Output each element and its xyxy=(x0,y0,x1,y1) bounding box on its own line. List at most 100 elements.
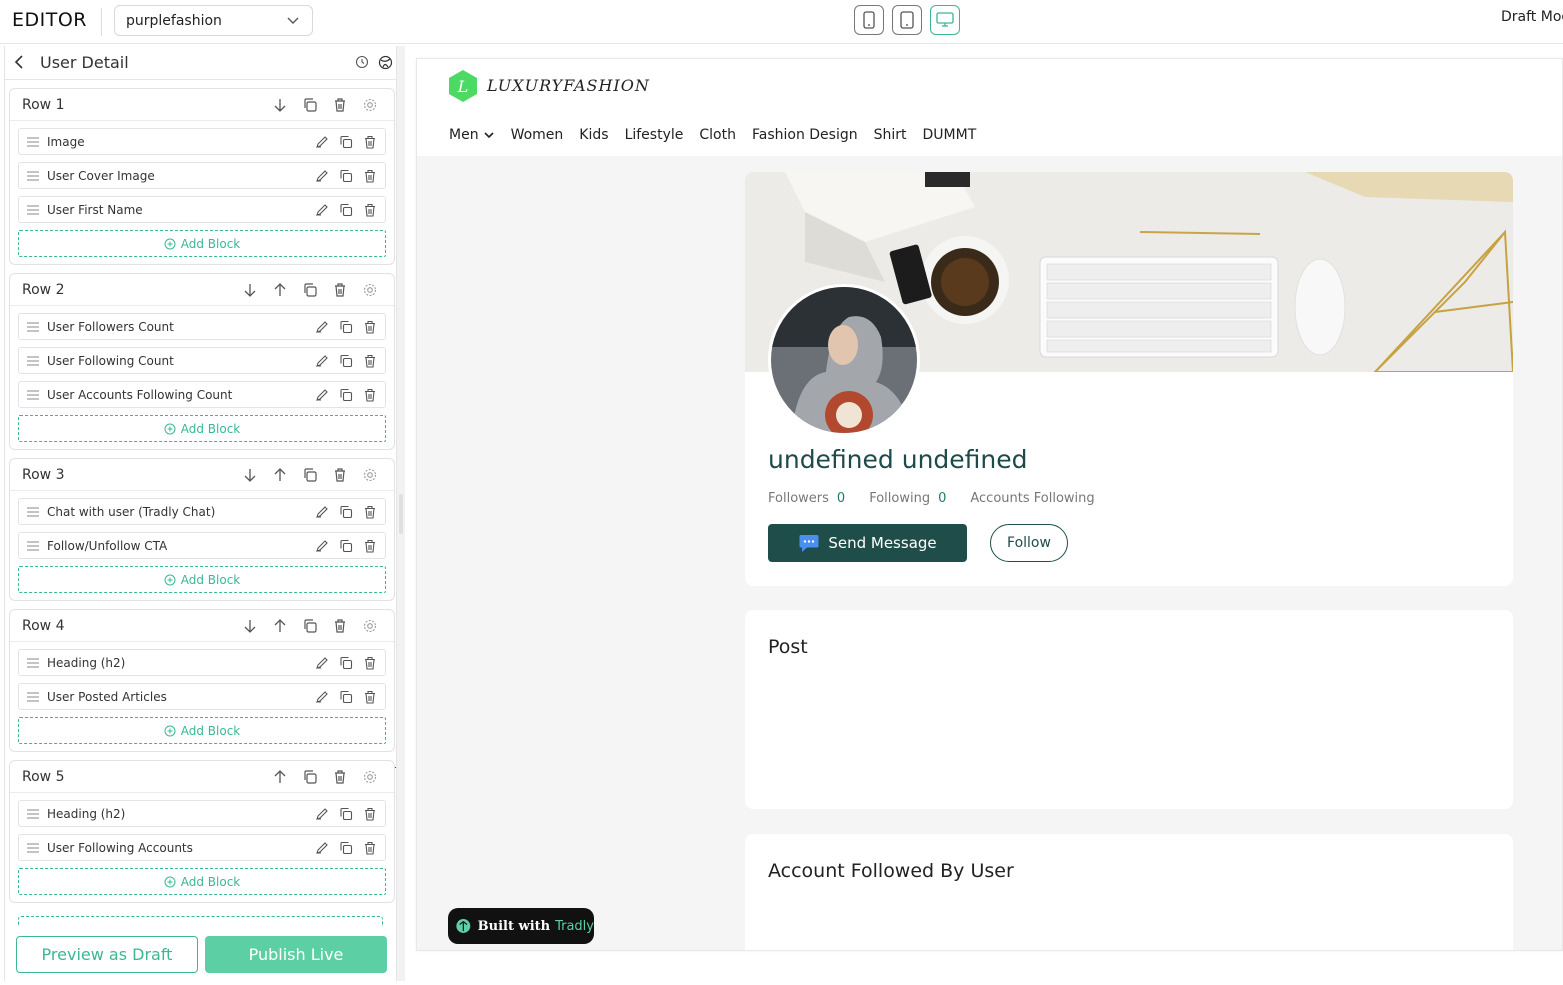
arrow-up-icon[interactable] xyxy=(272,282,288,298)
preview-draft-button[interactable]: Preview as Draft xyxy=(16,936,198,973)
trash-icon[interactable] xyxy=(332,618,348,634)
copy-icon[interactable] xyxy=(339,656,353,670)
edit-icon[interactable] xyxy=(315,169,329,183)
copy-icon[interactable] xyxy=(302,618,318,634)
nav-item-fashion-design[interactable]: Fashion Design xyxy=(752,127,858,143)
add-block-button[interactable]: Add Block xyxy=(18,566,386,593)
edit-icon[interactable] xyxy=(315,539,329,553)
trash-icon[interactable] xyxy=(332,282,348,298)
trash-icon[interactable] xyxy=(363,841,377,855)
edit-icon[interactable] xyxy=(315,656,329,670)
nav-item-lifestyle[interactable]: Lifestyle xyxy=(625,127,684,143)
settings-icon[interactable] xyxy=(362,282,378,298)
block-item[interactable]: User First Name xyxy=(18,196,386,223)
add-block-button[interactable]: Add Block xyxy=(18,717,386,744)
back-arrow-icon[interactable] xyxy=(13,55,27,69)
block-item[interactable]: User Followers Count xyxy=(18,313,386,340)
copy-icon[interactable] xyxy=(302,97,318,113)
desktop-view-button[interactable] xyxy=(930,5,960,35)
edit-icon[interactable] xyxy=(315,354,329,368)
drag-handle-icon[interactable] xyxy=(27,137,39,147)
drag-handle-icon[interactable] xyxy=(27,356,39,366)
copy-icon[interactable] xyxy=(339,354,353,368)
block-item[interactable]: Image xyxy=(18,128,386,155)
publish-live-button[interactable]: Publish Live xyxy=(205,936,387,973)
nav-item-shirt[interactable]: Shirt xyxy=(874,127,907,143)
block-item[interactable]: User Accounts Following Count xyxy=(18,381,386,408)
follow-button[interactable]: Follow xyxy=(990,524,1068,562)
add-block-button[interactable]: Add Block xyxy=(18,415,386,442)
trash-icon[interactable] xyxy=(363,135,377,149)
drag-handle-icon[interactable] xyxy=(27,692,39,702)
trash-icon[interactable] xyxy=(363,354,377,368)
block-item[interactable]: Heading (h2) xyxy=(18,800,386,827)
arrow-up-icon[interactable] xyxy=(272,467,288,483)
block-item[interactable]: User Cover Image xyxy=(18,162,386,189)
translate-icon[interactable] xyxy=(378,55,393,70)
block-item[interactable]: User Following Accounts xyxy=(18,834,386,861)
copy-icon[interactable] xyxy=(302,467,318,483)
drag-handle-icon[interactable] xyxy=(27,171,39,181)
trash-icon[interactable] xyxy=(332,467,348,483)
trash-icon[interactable] xyxy=(363,388,377,402)
edit-icon[interactable] xyxy=(315,135,329,149)
copy-icon[interactable] xyxy=(339,841,353,855)
copy-icon[interactable] xyxy=(339,388,353,402)
edit-icon[interactable] xyxy=(315,807,329,821)
site-select[interactable]: purplefashion xyxy=(114,5,313,36)
block-item[interactable]: Heading (h2) xyxy=(18,649,386,676)
trash-icon[interactable] xyxy=(363,320,377,334)
resize-handle[interactable] xyxy=(399,494,403,534)
settings-icon[interactable] xyxy=(362,97,378,113)
drag-handle-icon[interactable] xyxy=(27,843,39,853)
drag-handle-icon[interactable] xyxy=(27,205,39,215)
trash-icon[interactable] xyxy=(363,203,377,217)
copy-icon[interactable] xyxy=(339,539,353,553)
edit-icon[interactable] xyxy=(315,505,329,519)
copy-icon[interactable] xyxy=(339,135,353,149)
add-block-button[interactable]: Add Block xyxy=(18,868,386,895)
trash-icon[interactable] xyxy=(363,807,377,821)
block-item[interactable]: User Posted Articles xyxy=(18,683,386,710)
copy-icon[interactable] xyxy=(339,320,353,334)
history-icon[interactable] xyxy=(355,55,369,69)
trash-icon[interactable] xyxy=(332,769,348,785)
send-message-button[interactable]: Send Message xyxy=(768,524,967,562)
block-item[interactable]: User Following Count xyxy=(18,347,386,374)
settings-icon[interactable] xyxy=(362,618,378,634)
arrow-up-icon[interactable] xyxy=(272,769,288,785)
nav-item-men[interactable]: Men xyxy=(449,127,495,143)
nav-item-dummt[interactable]: DUMMT xyxy=(923,127,977,143)
arrow-down-icon[interactable] xyxy=(242,282,258,298)
copy-icon[interactable] xyxy=(339,169,353,183)
built-with-badge[interactable]: Built with Tradly xyxy=(448,908,594,944)
arrow-up-icon[interactable] xyxy=(272,618,288,634)
trash-icon[interactable] xyxy=(332,97,348,113)
panel-resizer[interactable] xyxy=(397,46,405,981)
block-item[interactable]: Chat with user (Tradly Chat) xyxy=(18,498,386,525)
arrow-down-icon[interactable] xyxy=(242,618,258,634)
trash-icon[interactable] xyxy=(363,656,377,670)
edit-icon[interactable] xyxy=(315,690,329,704)
block-item[interactable]: Follow/Unfollow CTA xyxy=(18,532,386,559)
copy-icon[interactable] xyxy=(339,203,353,217)
trash-icon[interactable] xyxy=(363,169,377,183)
mobile-view-button[interactable] xyxy=(854,5,884,35)
copy-icon[interactable] xyxy=(339,690,353,704)
settings-icon[interactable] xyxy=(362,467,378,483)
copy-icon[interactable] xyxy=(302,282,318,298)
edit-icon[interactable] xyxy=(315,388,329,402)
arrow-down-icon[interactable] xyxy=(272,97,288,113)
nav-item-women[interactable]: Women xyxy=(511,127,564,143)
trash-icon[interactable] xyxy=(363,690,377,704)
copy-icon[interactable] xyxy=(302,769,318,785)
drag-handle-icon[interactable] xyxy=(27,809,39,819)
edit-icon[interactable] xyxy=(315,203,329,217)
drag-handle-icon[interactable] xyxy=(27,541,39,551)
tablet-view-button[interactable] xyxy=(892,5,922,35)
nav-item-kids[interactable]: Kids xyxy=(579,127,608,143)
nav-item-cloth[interactable]: Cloth xyxy=(699,127,736,143)
trash-icon[interactable] xyxy=(363,505,377,519)
copy-icon[interactable] xyxy=(339,807,353,821)
arrow-down-icon[interactable] xyxy=(242,467,258,483)
